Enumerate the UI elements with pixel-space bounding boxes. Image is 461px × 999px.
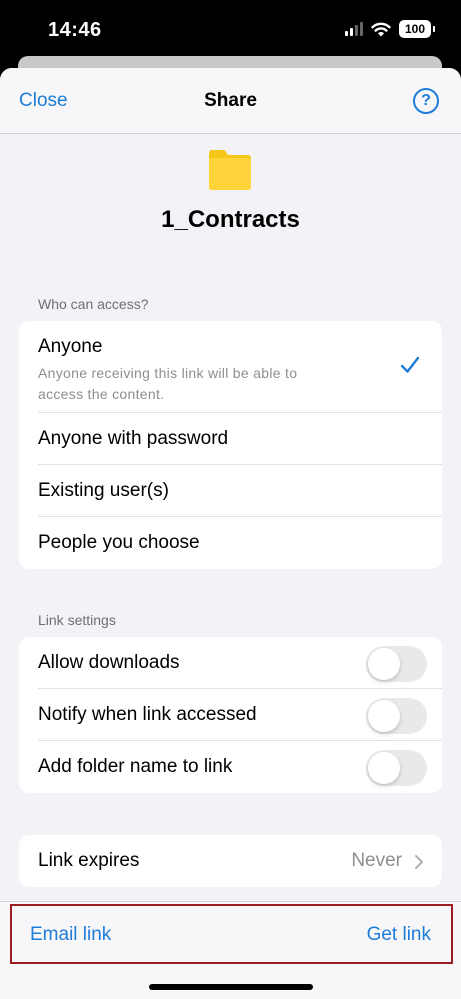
access-option-anyone-with-password[interactable]: Anyone with password xyxy=(38,413,442,465)
access-section-label: Who can access? xyxy=(38,296,149,312)
setting-label: Allow downloads xyxy=(38,652,180,673)
access-option-label: Anyone xyxy=(38,336,103,357)
setting-notify-when-accessed: Notify when link accessed xyxy=(38,689,442,741)
access-options-card: Anyone Anyone receiving this link will b… xyxy=(19,321,442,569)
status-icons: 100 xyxy=(345,20,435,38)
access-option-people-you-choose[interactable]: People you choose xyxy=(38,517,442,569)
checkmark-icon xyxy=(400,356,420,373)
status-time: 14:46 xyxy=(48,19,102,41)
battery-icon: 100 xyxy=(399,20,435,38)
access-option-label: People you choose xyxy=(38,532,200,553)
bottom-action-bar: Email link Get link xyxy=(0,901,461,999)
home-indicator xyxy=(149,984,313,990)
access-option-description: Anyone receiving this link will be able … xyxy=(38,365,298,402)
link-settings-card: Allow downloads Notify when link accesse… xyxy=(19,637,442,793)
add-folder-name-toggle[interactable] xyxy=(366,750,427,786)
link-expires-card: Link expires Never xyxy=(19,835,442,887)
battery-level: 100 xyxy=(404,22,426,36)
wifi-icon xyxy=(371,22,391,36)
help-icon: ? xyxy=(421,92,431,109)
chevron-right-icon xyxy=(415,855,423,869)
email-link-button[interactable]: Email link xyxy=(30,924,111,946)
help-button[interactable]: ? xyxy=(413,88,439,114)
nav-bar: Close Share ? xyxy=(0,68,461,134)
folder-name: 1_Contracts xyxy=(161,206,300,233)
link-settings-section-label: Link settings xyxy=(38,612,116,628)
get-link-button[interactable]: Get link xyxy=(367,924,431,946)
access-option-label: Anyone with password xyxy=(38,428,229,449)
highlight-box: Email link Get link xyxy=(10,904,453,964)
access-option-anyone[interactable]: Anyone Anyone receiving this link will b… xyxy=(38,321,442,413)
link-expires-label: Link expires xyxy=(38,850,140,871)
setting-label: Add folder name to link xyxy=(38,756,233,777)
cellular-signal-icon xyxy=(345,22,363,36)
folder-icon xyxy=(209,150,251,190)
access-option-label: Existing user(s) xyxy=(38,480,169,501)
setting-label: Notify when link accessed xyxy=(38,704,257,725)
setting-add-folder-name: Add folder name to link xyxy=(38,741,442,793)
status-bar: 14:46 100 xyxy=(0,0,461,60)
share-sheet: Close Share ? 1_Contracts Who can access… xyxy=(0,68,461,999)
notify-when-accessed-toggle[interactable] xyxy=(366,698,427,734)
setting-allow-downloads: Allow downloads xyxy=(38,637,442,689)
link-expires-value: Never xyxy=(351,850,402,871)
access-option-existing-users[interactable]: Existing user(s) xyxy=(38,465,442,517)
link-expires-row[interactable]: Link expires Never xyxy=(38,835,442,887)
allow-downloads-toggle[interactable] xyxy=(366,646,427,682)
close-button[interactable]: Close xyxy=(19,90,68,112)
page-title: Share xyxy=(204,90,257,111)
